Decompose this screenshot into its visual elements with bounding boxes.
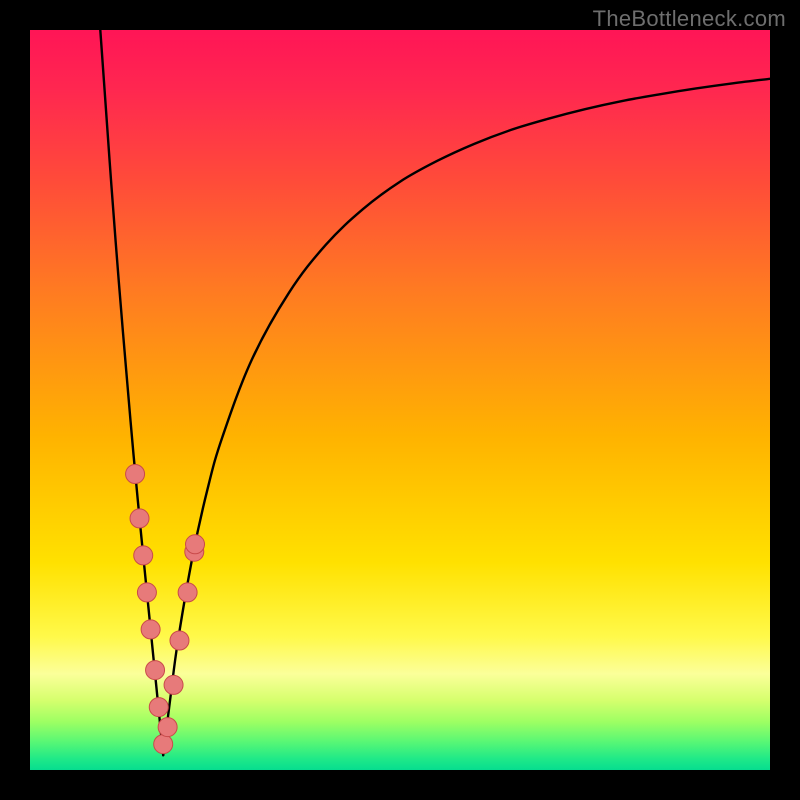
marker-point	[137, 583, 156, 602]
marker-point	[134, 546, 153, 565]
marker-point	[186, 535, 205, 554]
gradient-background	[30, 30, 770, 770]
marker-point	[164, 675, 183, 694]
marker-point	[141, 620, 160, 639]
attribution-label: TheBottleneck.com	[593, 6, 786, 32]
marker-point	[178, 583, 197, 602]
chart-frame: TheBottleneck.com	[0, 0, 800, 800]
marker-point	[126, 465, 145, 484]
marker-point	[130, 509, 149, 528]
marker-point	[154, 735, 173, 754]
marker-point	[149, 698, 168, 717]
marker-point	[146, 661, 165, 680]
plot-svg	[30, 30, 770, 770]
marker-point	[170, 631, 189, 650]
marker-point	[158, 718, 177, 737]
